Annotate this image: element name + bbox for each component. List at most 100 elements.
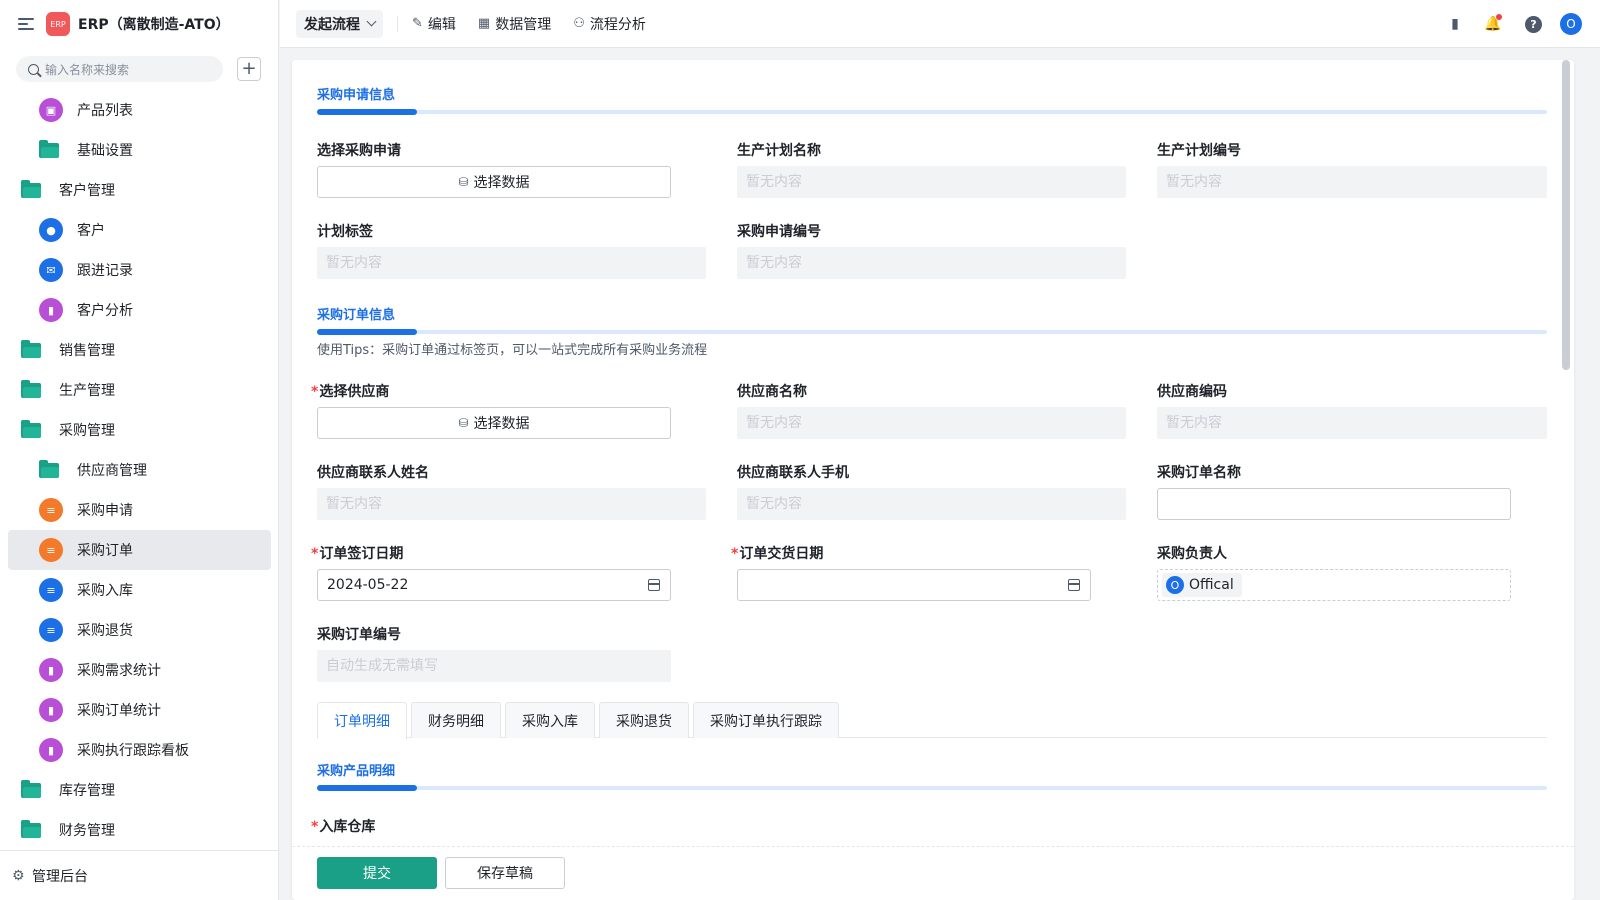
flow-analysis-button[interactable]: ⚇ 流程分析 xyxy=(573,14,646,34)
edit-button[interactable]: ✎ 编辑 xyxy=(412,14,456,34)
sidebar-item-purchase-mgmt[interactable]: 采购管理 xyxy=(8,410,271,450)
app-title: ERP（离散制造-ATO） xyxy=(78,17,230,33)
field-label-supplier-code: 供应商编码 xyxy=(1157,384,1227,400)
folder-icon xyxy=(39,459,59,478)
bar-chart-icon: ▮ xyxy=(39,298,63,322)
sidebar-item-purchase-inbound[interactable]: ≡ 采购入库 xyxy=(8,570,271,610)
mail-icon: ✉ xyxy=(39,258,63,282)
chart-icon: ▣ xyxy=(39,98,63,122)
admin-console-link[interactable]: ⚙ 管理后台 xyxy=(0,850,279,900)
tab-execution-tracking[interactable]: 采购订单执行跟踪 xyxy=(693,702,839,738)
sidebar-item-customer-mgmt[interactable]: 客户管理 xyxy=(8,170,271,210)
search-icon xyxy=(28,63,39,75)
data-management-button[interactable]: ▦ 数据管理 xyxy=(478,14,551,34)
chevron-down-icon xyxy=(366,16,377,27)
field-label-order-name: 采购订单名称 xyxy=(1157,465,1241,481)
detail-tabs: 订单明细 财务明细 采购入库 采购退货 采购订单执行跟踪 xyxy=(317,702,1547,739)
flow-icon: ⚇ xyxy=(573,16,585,31)
sidebar-item-tracking-board[interactable]: ▮ 采购执行跟踪看板 xyxy=(8,730,271,770)
section-divider xyxy=(317,109,1547,115)
sidebar-item-demand-stats[interactable]: ▮ 采购需求统计 xyxy=(8,650,271,690)
folder-icon xyxy=(21,419,41,438)
help-icon[interactable]: ? xyxy=(1525,15,1542,33)
menu-toggle-icon[interactable] xyxy=(18,18,34,30)
field-label-contact-phone: 供应商联系人手机 xyxy=(737,465,849,481)
add-icon[interactable]: + xyxy=(237,57,261,81)
field-label-sign-date: *订单签订日期 xyxy=(311,546,404,562)
sidebar-item-customer[interactable]: ● 客户 xyxy=(8,210,271,250)
field-label-contact-name: 供应商联系人姓名 xyxy=(317,465,429,481)
search-placeholder: 输入名称来搜索 xyxy=(45,62,130,77)
tab-purchase-return[interactable]: 采购退货 xyxy=(599,702,689,738)
section-divider xyxy=(317,785,1547,791)
owner-member-picker[interactable]: O Offical xyxy=(1157,569,1511,601)
sidebar-item-customer-analysis[interactable]: ▮ 客户分析 xyxy=(8,290,271,330)
doc-icon: ≡ xyxy=(39,618,63,642)
sidebar-item-finance-mgmt[interactable]: 财务管理 xyxy=(8,810,271,850)
tab-purchase-inbound[interactable]: 采购入库 xyxy=(505,702,595,738)
select-supplier-button[interactable]: ⛁ 选择数据 xyxy=(317,407,671,439)
app-logo: ERP xyxy=(46,12,70,36)
launch-flow-dropdown[interactable]: 发起流程 xyxy=(296,9,383,38)
divider xyxy=(397,15,398,32)
sidebar-item-production-mgmt[interactable]: 生产管理 xyxy=(8,370,271,410)
notification-dot xyxy=(1496,14,1502,20)
user-icon: ● xyxy=(39,218,63,242)
tab-finance-detail[interactable]: 财务明细 xyxy=(411,702,501,738)
sidebar-item-purchase-order[interactable]: ≡ 采购订单 xyxy=(8,530,271,570)
tab-order-detail[interactable]: 订单明细 xyxy=(317,702,407,739)
sign-date-picker[interactable]: 2024-05-22 xyxy=(317,569,671,601)
submit-button[interactable]: 提交 xyxy=(317,857,437,889)
sidebar-item-supplier-mgmt[interactable]: 供应商管理 xyxy=(8,450,271,490)
form-card: 采购申请信息 选择采购申请 ⛁ 选择数据 生产计划名称 暂无内容 生产计划编号 … xyxy=(292,60,1574,900)
top-bar: 发起流程 ✎ 编辑 ▦ 数据管理 ⚇ 流程分析 ▮ 🔔 ? O xyxy=(280,0,1600,48)
plan-tag-field: 暂无内容 xyxy=(317,247,706,279)
folder-icon xyxy=(21,379,41,398)
field-label-select-request: 选择采购申请 xyxy=(317,143,401,159)
order-name-input[interactable] xyxy=(1157,488,1511,520)
sidebar-item-order-stats[interactable]: ▮ 采购订单统计 xyxy=(8,690,271,730)
plan-no-field: 暂无内容 xyxy=(1157,166,1547,198)
sidebar-item-purchase-return[interactable]: ≡ 采购退货 xyxy=(8,610,271,650)
section-title-product-detail: 采购产品明细 xyxy=(317,764,396,779)
sidebar-item-purchase-request[interactable]: ≡ 采购申请 xyxy=(8,490,271,530)
calendar-icon xyxy=(1068,579,1080,591)
field-label-order-no: 采购订单编号 xyxy=(317,627,401,643)
contact-name-field: 暂无内容 xyxy=(317,488,706,520)
owner-name: Offical xyxy=(1189,577,1234,593)
bell-icon[interactable]: 🔔 xyxy=(1481,12,1505,36)
request-no-field: 暂无内容 xyxy=(737,247,1126,279)
save-draft-button[interactable]: 保存草稿 xyxy=(445,857,565,889)
owner-tag[interactable]: O Offical xyxy=(1162,573,1242,597)
select-request-button[interactable]: ⛁ 选择数据 xyxy=(317,166,671,198)
avatar[interactable]: O xyxy=(1560,13,1582,35)
sidebar-item-inventory-mgmt[interactable]: 库存管理 xyxy=(8,770,271,810)
notebook-icon[interactable]: ▮ xyxy=(1443,12,1467,36)
bar-chart-icon: ▮ xyxy=(39,738,63,762)
sidebar-item-sales-mgmt[interactable]: 销售管理 xyxy=(8,330,271,370)
delivery-date-picker[interactable] xyxy=(737,569,1091,601)
calendar-icon xyxy=(648,579,660,591)
table-icon: ▦ xyxy=(477,16,491,31)
sidebar-menu: ▣ 产品列表 基础设置 客户管理 ● 客户 ✉ 跟进记录 ▮ 客户分析 销售管理 生产管… xyxy=(0,90,279,850)
scrollbar[interactable] xyxy=(1562,60,1570,370)
field-label-supplier: *选择供应商 xyxy=(311,384,390,400)
bar-chart-icon: ▮ xyxy=(39,698,63,722)
sidebar-header: ERP ERP（离散制造-ATO） xyxy=(0,0,278,48)
doc-icon: ≡ xyxy=(39,538,63,562)
folder-icon xyxy=(21,339,41,358)
admin-console-label: 管理后台 xyxy=(32,868,88,885)
bar-chart-icon: ▮ xyxy=(39,658,63,682)
section-title-purchase-request: 采购申请信息 xyxy=(317,88,396,103)
plan-name-field: 暂无内容 xyxy=(737,166,1126,198)
usage-tips: 使用Tips：采购订单通过标签页，可以一站式完成所有采购业务流程 xyxy=(317,343,708,358)
sidebar-item-basic-settings[interactable]: 基础设置 xyxy=(8,130,271,170)
sidebar-search-input[interactable]: 输入名称来搜索 xyxy=(16,56,223,82)
sidebar-item-followup[interactable]: ✉ 跟进记录 xyxy=(8,250,271,290)
sidebar: ERP ERP（离散制造-ATO） 输入名称来搜索 + ▣ 产品列表 基础设置 客… xyxy=(0,0,279,900)
supplier-code-field: 暂无内容 xyxy=(1157,407,1547,439)
action-bar: 提交 保存草稿 xyxy=(292,846,1574,900)
avatar: O xyxy=(1166,576,1184,594)
sidebar-item-product-list[interactable]: ▣ 产品列表 xyxy=(8,90,271,130)
supplier-name-field: 暂无内容 xyxy=(737,407,1126,439)
